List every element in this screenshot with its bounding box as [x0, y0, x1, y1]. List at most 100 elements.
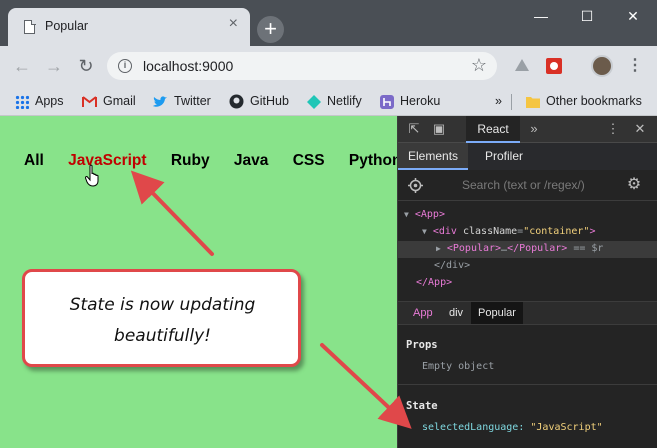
bookmark-label: Apps [35, 94, 64, 108]
bookmark-label: Heroku [400, 94, 441, 108]
state-key: selectedLanguage: [422, 422, 525, 433]
bookmark-apps[interactable]: Apps [15, 92, 64, 110]
browser-titlebar: Popular × + — ☐ ✕ [0, 0, 657, 46]
callout-line-1: State is now updating [69, 295, 256, 315]
select-component-icon[interactable] [408, 178, 423, 193]
nav-item-all[interactable]: All [24, 152, 44, 169]
expand-triangle-icon[interactable]: ▼ [422, 227, 427, 236]
react-subtabs: Elements Profiler [398, 143, 657, 170]
settings-gear-icon[interactable]: ⚙ [626, 177, 642, 193]
state-entry[interactable]: selectedLanguage: "JavaScript" [422, 422, 603, 433]
page-viewport: All JavaScript Ruby Java CSS Python Stat… [0, 116, 397, 448]
tab-react[interactable]: React [466, 116, 520, 143]
bookmarks-bar: Apps Gmail Twitter GitHub Netlify Heroku… [0, 86, 657, 116]
collapsed-triangle-icon[interactable]: ▶ [436, 244, 441, 253]
breadcrumb-div[interactable]: div [442, 302, 470, 324]
nav-item-ruby[interactable]: Ruby [171, 152, 210, 169]
component-search[interactable]: Search (text or /regex/) ⚙ [398, 170, 657, 201]
bookmark-heroku[interactable]: Heroku [380, 92, 440, 110]
github-icon [229, 94, 244, 109]
attr-name: className [462, 226, 518, 237]
new-tab-button[interactable]: + [257, 16, 284, 43]
tree-node-div-close: </div> [434, 257, 470, 274]
tab-profiler[interactable]: Profiler [475, 143, 533, 170]
more-tabs-button[interactable]: » [526, 121, 542, 137]
page-favicon-icon [24, 19, 36, 34]
maximize-button[interactable]: ☐ [572, 6, 602, 26]
nav-item-java[interactable]: Java [234, 152, 268, 169]
browser-tab[interactable]: Popular × [8, 8, 250, 46]
expand-triangle-icon[interactable]: ▼ [404, 210, 409, 219]
bookmark-label: Twitter [174, 94, 211, 108]
tag-text: <div [432, 226, 457, 237]
forward-arrow-icon[interactable]: → [43, 55, 65, 77]
attr-value: "container" [523, 226, 590, 237]
bookmark-gmail[interactable]: Gmail [82, 92, 136, 110]
tag-text: <Popular> [446, 243, 502, 254]
browser-toolbar: ← → ↻ i localhost:9000 ☆ ⋮ [0, 46, 657, 86]
extension-icon[interactable] [544, 56, 564, 76]
gmail-icon [82, 95, 97, 107]
tab-close-icon[interactable]: × [229, 16, 238, 32]
state-value[interactable]: "JavaScript" [530, 422, 602, 433]
component-breadcrumb: App div Popular [398, 301, 657, 325]
minimize-button[interactable]: — [526, 6, 556, 26]
tree-node-app[interactable]: ▼ <App> [404, 206, 445, 223]
url-text: localhost:9000 [143, 58, 234, 74]
address-bar[interactable]: i localhost:9000 ☆ [107, 52, 497, 80]
tab-elements[interactable]: Elements [398, 143, 469, 170]
section-divider [398, 384, 657, 385]
annotation-callout: State is now updating beautifully! [22, 269, 301, 367]
bookmark-star-icon[interactable]: ☆ [471, 55, 487, 76]
browser-menu-icon[interactable]: ⋮ [627, 56, 643, 76]
nav-item-javascript[interactable]: JavaScript [68, 152, 146, 169]
tree-node-popular[interactable]: ▶ <Popular>…</Popular> == $r [436, 240, 603, 257]
folder-icon [526, 96, 540, 108]
callout-text: State is now updating beautifully! [35, 290, 290, 352]
inspect-element-icon[interactable]: ⇱ [406, 121, 422, 137]
tag-text: </App> [416, 277, 453, 288]
nav-item-python[interactable]: Python [349, 152, 397, 169]
profile-avatar[interactable] [591, 55, 613, 77]
back-arrow-icon[interactable]: ← [11, 55, 33, 77]
hand-pointer-icon [85, 164, 99, 187]
search-input[interactable]: Search (text or /regex/) [462, 178, 585, 192]
bookmark-label: GitHub [250, 94, 289, 108]
netlify-icon [307, 94, 321, 109]
tag-text: </div> [434, 260, 471, 271]
tag-text: > [589, 226, 596, 237]
bookmark-netlify[interactable]: Netlify [307, 92, 362, 110]
callout-line-2: beautifully! [114, 326, 211, 346]
tree-node-app-close: </App> [416, 274, 452, 291]
reload-icon[interactable]: ↻ [75, 55, 97, 77]
bookmark-label: Netlify [327, 94, 362, 108]
device-toggle-icon[interactable]: ▣ [431, 121, 447, 137]
bookmarks-overflow-button[interactable]: » [495, 92, 502, 110]
tree-node-div[interactable]: ▼ <div className="container"> [422, 223, 595, 240]
close-window-button[interactable]: ✕ [618, 6, 648, 26]
devtools-panel: ⇱ ▣ React » ⋮ ✕ Elements Profiler Search… [397, 116, 657, 448]
nav-item-css[interactable]: CSS [293, 152, 325, 169]
bookmark-label: Other bookmarks [546, 94, 642, 108]
language-nav: All JavaScript Ruby Java CSS Python [24, 152, 397, 170]
props-heading: Props [406, 339, 438, 351]
props-value: Empty object [422, 361, 495, 372]
apps-grid-icon [15, 94, 29, 109]
devtools-menu-icon[interactable]: ⋮ [605, 121, 621, 137]
tag-text: </Popular> [507, 243, 568, 254]
heroku-icon [380, 94, 394, 109]
tag-text: <App> [414, 209, 445, 220]
breadcrumb-app[interactable]: App [406, 302, 440, 324]
devtools-topbar: ⇱ ▣ React » ⋮ ✕ [398, 116, 657, 143]
drive-extension-icon[interactable] [512, 56, 532, 76]
breadcrumb-popular[interactable]: Popular [471, 302, 523, 324]
bookmarks-divider [511, 94, 512, 110]
tab-title: Popular [45, 19, 89, 33]
bookmark-github[interactable]: GitHub [229, 92, 289, 110]
bookmark-twitter[interactable]: Twitter [152, 92, 211, 110]
state-heading: State [406, 400, 438, 412]
selected-marker: == $r [573, 243, 604, 254]
bookmark-other[interactable]: Other bookmarks [526, 92, 642, 110]
site-info-icon[interactable]: i [118, 59, 132, 73]
devtools-close-icon[interactable]: ✕ [632, 121, 648, 137]
